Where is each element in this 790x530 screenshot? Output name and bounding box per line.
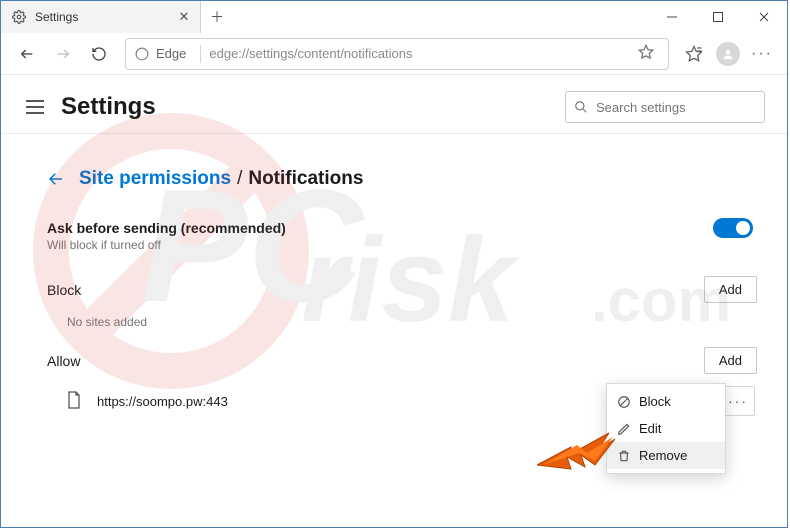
menu-item-edit[interactable]: Edit [607, 415, 725, 442]
url-text: edge://settings/content/notifications [209, 46, 632, 61]
breadcrumb-sep: / [237, 168, 242, 190]
search-icon [574, 100, 588, 114]
nav-refresh-button[interactable] [81, 36, 117, 72]
browser-tab[interactable]: Settings ✕ [1, 1, 201, 33]
menu-item-remove[interactable]: Remove [607, 442, 725, 469]
favorites-hub-icon[interactable] [677, 37, 711, 71]
tab-title: Settings [35, 10, 176, 24]
block-icon [617, 395, 631, 409]
breadcrumb: Site permissions / Notifications [47, 168, 757, 190]
page-title: Settings [61, 93, 156, 121]
hamburger-menu-button[interactable] [23, 95, 47, 119]
gear-icon [11, 9, 27, 25]
trash-icon [617, 449, 631, 463]
allow-site-url: https://soompo.pw:443 [97, 394, 228, 409]
profile-button[interactable] [711, 37, 745, 71]
avatar-icon [716, 42, 740, 66]
block-section-label: Block [47, 282, 81, 298]
address-divider [200, 45, 201, 63]
block-add-button[interactable]: Add [704, 276, 757, 303]
search-placeholder: Search settings [596, 100, 686, 115]
favorite-icon[interactable] [632, 44, 660, 63]
new-tab-button[interactable]: ＋ [201, 1, 233, 33]
breadcrumb-current: Notifications [248, 168, 363, 190]
nav-forward-button[interactable] [45, 36, 81, 72]
window-close-button[interactable] [741, 1, 787, 33]
browser-menu-button[interactable]: ··· [745, 37, 779, 71]
edit-icon [617, 422, 631, 436]
ask-subtitle: Will block if turned off [47, 238, 757, 252]
window-maximize-button[interactable] [695, 1, 741, 33]
allow-section-label: Allow [47, 353, 80, 369]
menu-edit-label: Edit [639, 421, 661, 436]
window-minimize-button[interactable] [649, 1, 695, 33]
edge-label-text: Edge [156, 46, 186, 61]
block-empty-text: No sites added [67, 315, 757, 329]
document-icon [67, 391, 83, 411]
breadcrumb-link[interactable]: Site permissions [79, 168, 231, 190]
close-icon[interactable]: ✕ [176, 9, 192, 25]
annotation-arrow-icon [537, 425, 617, 490]
ask-before-sending-row: Ask before sending (recommended) Will bl… [47, 216, 757, 258]
menu-item-block[interactable]: Block [607, 388, 725, 415]
breadcrumb-back-button[interactable] [47, 170, 65, 188]
site-more-button[interactable]: ··· [721, 386, 755, 416]
edge-icon [134, 46, 150, 62]
site-context-menu: Block Edit Remove [606, 383, 726, 474]
address-bar[interactable]: Edge edge://settings/content/notificatio… [125, 38, 669, 70]
ask-title: Ask before sending (recommended) [47, 220, 757, 236]
search-settings-input[interactable]: Search settings [565, 91, 765, 123]
ask-toggle[interactable] [713, 218, 753, 238]
menu-remove-label: Remove [639, 448, 687, 463]
menu-block-label: Block [639, 394, 671, 409]
allow-add-button[interactable]: Add [704, 347, 757, 374]
nav-back-button[interactable] [9, 36, 45, 72]
edge-badge: Edge [134, 46, 186, 62]
